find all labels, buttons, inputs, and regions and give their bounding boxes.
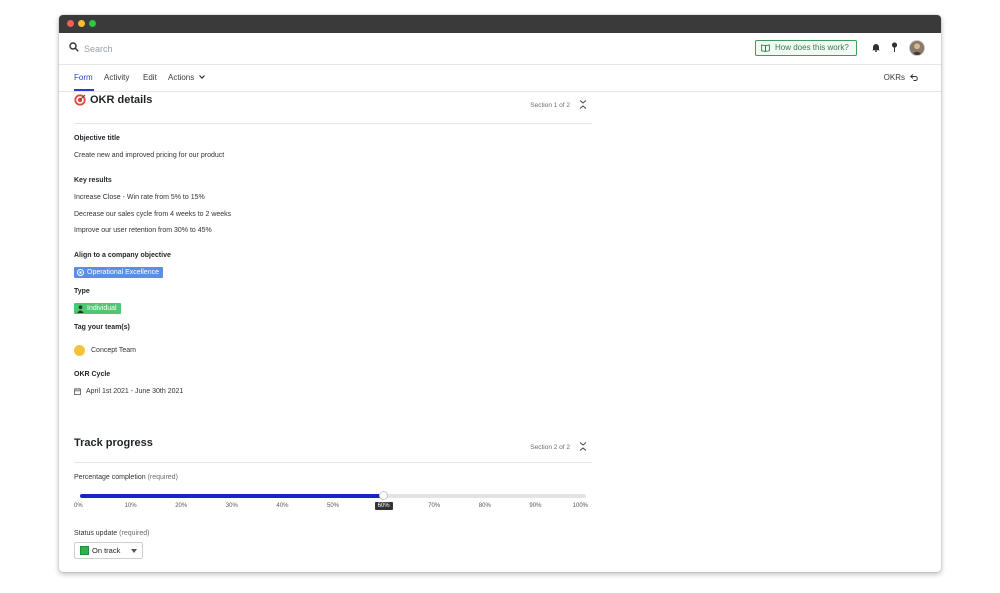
top-bar: How does this work? xyxy=(59,33,941,65)
minimize-window-button[interactable] xyxy=(78,20,85,27)
calendar-icon xyxy=(74,388,81,395)
target-icon xyxy=(74,94,86,106)
tab-bar: Form Activity Edit Actions OKRs xyxy=(59,65,941,92)
percentage-completion-label-row: Percentage completion (required) xyxy=(74,474,178,481)
slider-tick-label: 60% xyxy=(374,502,393,510)
maximize-window-button[interactable] xyxy=(89,20,96,27)
status-update-label: Status update xyxy=(74,530,118,537)
collapse-icon[interactable] xyxy=(579,100,587,109)
section-title: OKR details xyxy=(74,94,152,106)
key-results-label: Key results xyxy=(74,177,112,184)
type-label: Type xyxy=(74,288,90,295)
section-track-progress-header: Track progress Section 2 of 2 xyxy=(74,432,592,463)
active-tab-indicator xyxy=(74,89,94,91)
caret-down-icon xyxy=(131,548,137,553)
close-window-button[interactable] xyxy=(67,20,74,27)
section-counter: Section 2 of 2 xyxy=(530,444,570,451)
slider-tick-label: 50% xyxy=(326,503,339,509)
section-counter: Section 1 of 2 xyxy=(530,102,570,109)
key-result-item: Decrease our sales cycle from 4 weeks to… xyxy=(74,211,232,218)
slider-tick-label: 0% xyxy=(74,503,83,509)
status-select[interactable]: On track xyxy=(74,542,143,559)
section-title: Track progress xyxy=(74,437,153,449)
avatar[interactable] xyxy=(909,40,925,56)
slider-tick-label: 20% xyxy=(175,503,188,509)
tag-teams-label: Tag your team(s) xyxy=(74,324,130,331)
section-okr-details-header: OKR details Section 1 of 2 xyxy=(74,93,592,124)
status-color-swatch xyxy=(80,546,89,555)
align-objective-label: Align to a company objective xyxy=(74,252,171,259)
slider-tick-label: 70% xyxy=(428,503,441,509)
tab-actions[interactable]: Actions xyxy=(168,73,206,82)
okr-details-title: OKR details xyxy=(90,94,153,106)
target-icon xyxy=(77,269,84,276)
team-name: Concept Team xyxy=(91,347,137,354)
team-avatar-icon xyxy=(74,345,85,356)
type-tag[interactable]: Individual xyxy=(74,303,121,314)
percentage-completion-label: Percentage completion xyxy=(74,474,146,481)
search-input[interactable] xyxy=(84,41,284,57)
back-arrow-icon xyxy=(910,74,918,81)
slider-fill xyxy=(80,494,384,498)
okrs-back-link[interactable]: OKRs xyxy=(884,73,919,82)
status-update-label-row: Status update (required) xyxy=(74,530,150,537)
okr-cycle-label: OKR Cycle xyxy=(74,371,111,378)
person-icon xyxy=(77,304,84,313)
key-result-item: Increase Close - Win rate from 5% to 15% xyxy=(74,194,205,201)
progress-slider[interactable] xyxy=(80,491,586,500)
slider-tick-label: 40% xyxy=(276,503,289,509)
slider-thumb[interactable] xyxy=(379,491,389,500)
title-bar xyxy=(59,15,941,33)
slider-tick-label: 90% xyxy=(529,503,542,509)
okr-cycle-value: April 1st 2021 - June 30th 2021 xyxy=(86,388,184,395)
bell-icon[interactable] xyxy=(872,43,880,52)
okrs-link-label: OKRs xyxy=(883,73,905,82)
book-icon xyxy=(761,44,770,52)
slider-tick-label: 80% xyxy=(478,503,491,509)
how-does-this-work-button[interactable]: How does this work? xyxy=(755,40,857,56)
pin-icon[interactable] xyxy=(891,42,898,52)
tab-activity[interactable]: Activity xyxy=(104,73,129,82)
chevron-down-icon xyxy=(199,75,206,79)
key-result-item: Improve our user retention from 30% to 4… xyxy=(74,227,212,234)
search-icon xyxy=(69,42,79,52)
slider-tick-label: 30% xyxy=(225,503,238,509)
tab-edit[interactable]: Edit xyxy=(143,73,157,82)
objective-title-label: Objective title xyxy=(74,135,120,142)
team-chip[interactable]: Concept Team xyxy=(74,345,136,356)
slider-tick-label: 100% xyxy=(572,503,588,509)
track-progress-title: Track progress xyxy=(74,437,153,449)
slider-tick-label: 10% xyxy=(124,503,137,509)
type-value: Individual xyxy=(87,305,117,312)
required-note: (required) xyxy=(119,530,150,537)
status-value: On track xyxy=(92,546,121,555)
collapse-icon[interactable] xyxy=(579,442,587,451)
required-note: (required) xyxy=(147,474,178,481)
tab-actions-label: Actions xyxy=(168,73,195,82)
objective-title-value: Create new and improved pricing for our … xyxy=(74,152,225,159)
company-objective-tag[interactable]: Operational Excellence xyxy=(74,267,163,278)
help-button-label: How does this work? xyxy=(775,43,849,52)
okr-cycle-value-row: April 1st 2021 - June 30th 2021 xyxy=(74,388,183,395)
app-window: How does this work? Form Activity Edit A… xyxy=(59,15,941,572)
company-objective-value: Operational Excellence xyxy=(87,269,159,276)
tab-form[interactable]: Form xyxy=(74,73,93,82)
